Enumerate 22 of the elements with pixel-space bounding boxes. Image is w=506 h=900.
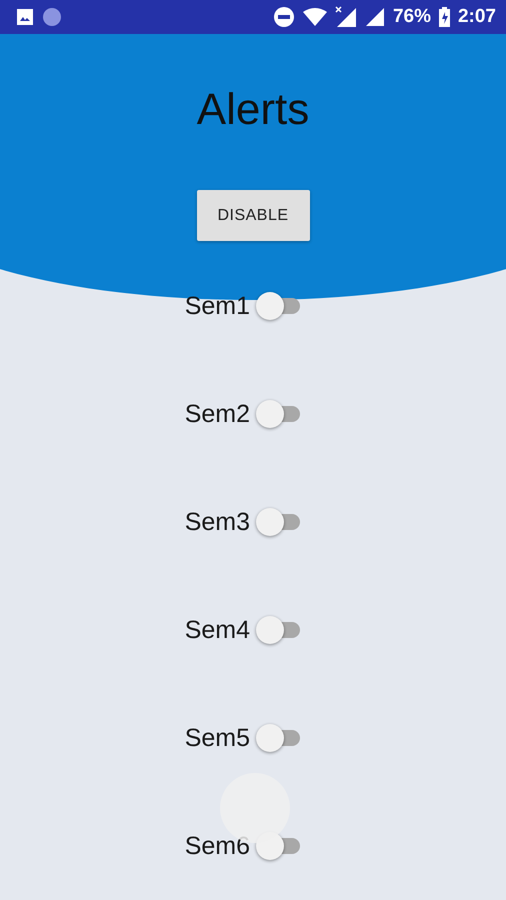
circle-icon — [42, 7, 62, 27]
alert-label: Sem6 — [184, 832, 250, 860]
toggle-switch[interactable] — [256, 291, 302, 321]
battery-charging-icon — [438, 7, 450, 27]
battery-percentage: 76% — [392, 6, 431, 28]
image-icon — [16, 8, 34, 26]
toggle-switch[interactable] — [256, 723, 302, 753]
signal-icon — [364, 7, 385, 27]
alert-label: Sem1 — [184, 292, 250, 320]
toggle-switch[interactable] — [256, 615, 302, 645]
clock-time: 2:07 — [458, 6, 496, 28]
page-title: Alerts — [196, 84, 310, 136]
wifi-icon — [302, 7, 327, 27]
alert-label: Sem3 — [184, 508, 250, 536]
alert-label: Sem2 — [184, 400, 250, 428]
alert-label: Sem4 — [184, 616, 250, 644]
toggle-switch[interactable] — [256, 507, 302, 537]
toggle-switch[interactable] — [256, 399, 302, 429]
disable-button[interactable]: DISABLE — [196, 190, 310, 241]
alert-label: Sem5 — [184, 724, 250, 752]
signal-icon — [334, 6, 357, 28]
do-not-disturb-icon — [272, 6, 295, 28]
